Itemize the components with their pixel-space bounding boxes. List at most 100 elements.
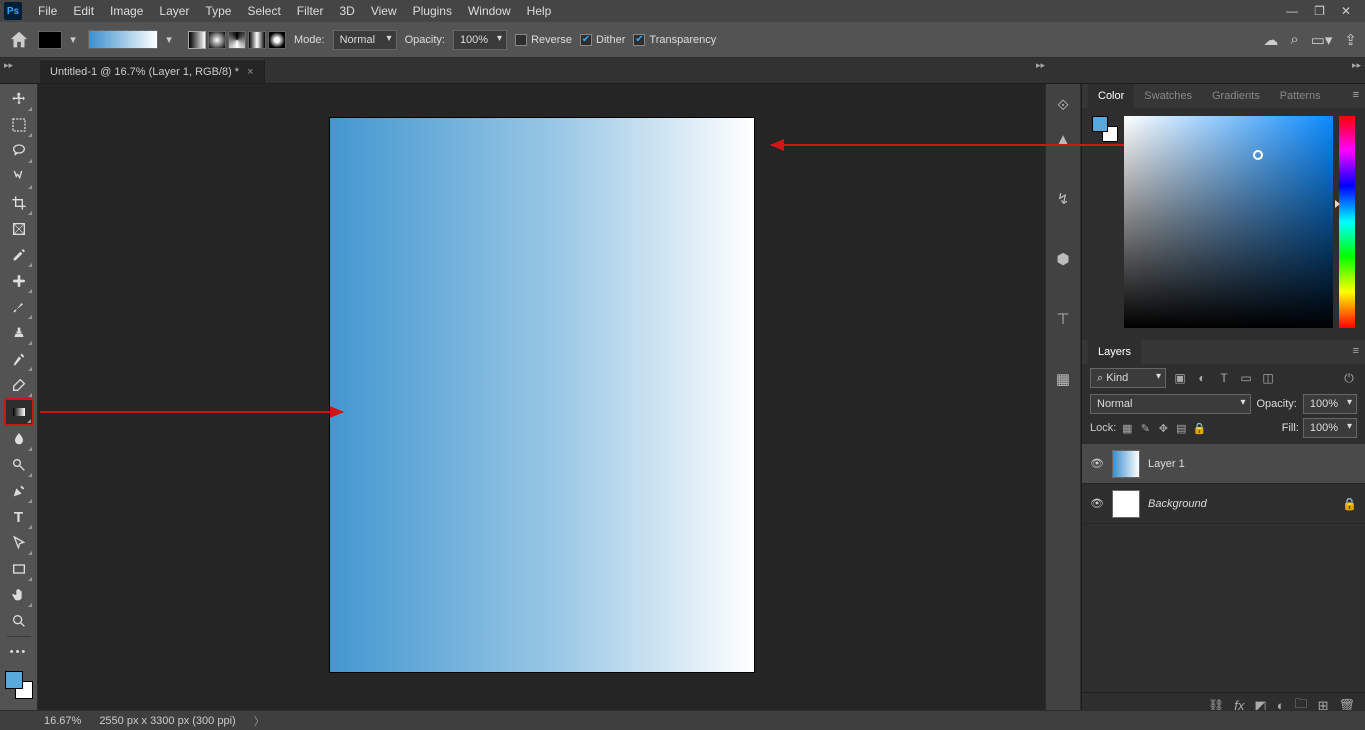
layer-name[interactable]: Background [1148, 498, 1334, 510]
panel-tab-gradients[interactable]: Gradients [1202, 84, 1270, 108]
gradient-preset-picker[interactable]: ▾ [88, 30, 176, 49]
layer-opacity-select[interactable]: 100% [1303, 394, 1357, 414]
gradient-radial-button[interactable] [208, 31, 226, 49]
share-icon[interactable]: ⇪ [1344, 31, 1357, 49]
character-panel-icon[interactable]: ⊤ [1052, 308, 1074, 330]
brush-tool[interactable] [5, 294, 33, 320]
color-saturation-value-field[interactable] [1124, 116, 1333, 328]
menu-file[interactable]: File [30, 4, 65, 18]
panel-tab-patterns[interactable]: Patterns [1270, 84, 1331, 108]
frame-tool[interactable] [5, 216, 33, 242]
layers-panel-menu-icon[interactable]: ≡ [1353, 345, 1359, 357]
artboard[interactable] [330, 118, 754, 672]
dither-checkbox[interactable]: Dither [580, 34, 625, 46]
panel-tab-swatches[interactable]: Swatches [1134, 84, 1202, 108]
panel-tab-color[interactable]: Color [1088, 84, 1134, 108]
gradient-tool[interactable] [4, 398, 34, 426]
menu-help[interactable]: Help [519, 4, 560, 18]
layer-fill-select[interactable]: 100% [1303, 418, 1357, 438]
document-tab[interactable]: Untitled-1 @ 16.7% (Layer 1, RGB/8) * × [40, 59, 265, 83]
gradient-linear-button[interactable] [188, 31, 206, 49]
filter-shape-icon[interactable]: ▭ [1238, 370, 1254, 386]
visibility-toggle-icon[interactable]: 👁 [1090, 457, 1104, 470]
rectangle-tool[interactable] [5, 556, 33, 582]
blur-tool[interactable] [5, 426, 33, 452]
properties-panel-icon[interactable]: ▲ [1052, 128, 1074, 150]
transparency-checkbox[interactable]: Transparency [633, 34, 716, 46]
menu-3d[interactable]: 3D [331, 4, 362, 18]
close-icon[interactable]: ✕ [1341, 4, 1351, 18]
foreground-color-swatch[interactable] [5, 671, 23, 689]
hue-slider[interactable] [1339, 116, 1355, 328]
lock-position-icon[interactable]: ✥ [1156, 421, 1170, 435]
edit-toolbar-button[interactable]: ••• [5, 639, 33, 665]
document-dims[interactable]: 2550 px x 3300 px (300 ppi) [99, 715, 235, 727]
filter-pixel-icon[interactable]: ▣ [1172, 370, 1188, 386]
move-tool[interactable] [5, 86, 33, 112]
brushes-panel-icon[interactable]: ↯ [1052, 188, 1074, 210]
marquee-tool[interactable] [5, 112, 33, 138]
history-panel-icon[interactable]: ⟐ [1052, 94, 1074, 116]
menu-filter[interactable]: Filter [289, 4, 332, 18]
path-selection-tool[interactable] [5, 530, 33, 556]
cloud-account-icon[interactable]: ☁ [1263, 31, 1278, 49]
search-icon[interactable]: ⌕ [1290, 31, 1298, 49]
color-panel-menu-icon[interactable]: ≡ [1353, 89, 1359, 101]
navigator-panel-icon[interactable]: ▦ [1052, 368, 1074, 390]
menu-type[interactable]: Type [197, 4, 239, 18]
blend-mode-select[interactable]: Normal [333, 30, 397, 50]
visibility-toggle-icon[interactable]: 👁 [1090, 497, 1104, 510]
layer-item[interactable]: 👁Background🔒 [1082, 484, 1365, 524]
filter-toggle-icon[interactable]: ⏻ [1341, 370, 1357, 386]
gradient-angle-button[interactable] [228, 31, 246, 49]
status-flyout-icon[interactable]: 〉 [254, 713, 265, 729]
lock-pixels-icon[interactable]: ✎ [1138, 421, 1152, 435]
layer-name[interactable]: Layer 1 [1148, 458, 1357, 470]
menu-edit[interactable]: Edit [65, 4, 102, 18]
menu-layer[interactable]: Layer [151, 4, 197, 18]
menu-image[interactable]: Image [102, 4, 151, 18]
home-icon[interactable] [8, 29, 30, 51]
close-tab-icon[interactable]: × [247, 66, 253, 78]
opacity-select[interactable]: 100% [453, 30, 507, 50]
filter-smart-icon[interactable]: ◫ [1260, 370, 1276, 386]
layer-blend-mode-select[interactable]: Normal [1090, 394, 1251, 414]
layer-kind-filter[interactable]: ⌕ Kind [1090, 368, 1166, 388]
eyedropper-tool[interactable] [5, 242, 33, 268]
quick-selection-tool[interactable] [5, 164, 33, 190]
layer-item[interactable]: 👁 Layer 1 [1082, 444, 1365, 484]
lock-transparency-icon[interactable]: ▦ [1120, 421, 1134, 435]
libraries-panel-icon[interactable]: ⬢ [1052, 248, 1074, 270]
menu-view[interactable]: View [363, 4, 405, 18]
layer-thumbnail[interactable] [1112, 450, 1140, 478]
gradient-diamond-button[interactable] [268, 31, 286, 49]
restore-icon[interactable]: ❐ [1314, 4, 1325, 18]
gradient-reflected-button[interactable] [248, 31, 266, 49]
foreground-background-swatch[interactable] [5, 671, 33, 699]
crop-tool[interactable] [5, 190, 33, 216]
layer-thumbnail[interactable] [1112, 490, 1140, 518]
menu-plugins[interactable]: Plugins [405, 4, 460, 18]
expand-toolbox-icon[interactable]: ▸▸ [4, 60, 13, 71]
reverse-checkbox[interactable]: Reverse [515, 34, 572, 46]
zoom-readout[interactable]: 16.67% [44, 715, 81, 727]
menu-select[interactable]: Select [239, 4, 288, 18]
history-brush-tool[interactable] [5, 346, 33, 372]
minimize-icon[interactable]: — [1286, 4, 1298, 18]
collapse-dock-icon[interactable]: ▸▸ [1036, 60, 1045, 71]
type-tool[interactable]: T [5, 504, 33, 530]
clone-stamp-tool[interactable] [5, 320, 33, 346]
lasso-tool[interactable] [5, 138, 33, 164]
hand-tool[interactable] [5, 582, 33, 608]
layers-tab[interactable]: Layers [1088, 340, 1141, 364]
color-panel-fgbg-swatch[interactable] [1092, 116, 1118, 142]
foreground-swatch-picker[interactable]: ▾ [38, 31, 80, 49]
dodge-tool[interactable] [5, 452, 33, 478]
menu-window[interactable]: Window [460, 4, 519, 18]
healing-brush-tool[interactable] [5, 268, 33, 294]
pen-tool[interactable] [5, 478, 33, 504]
eraser-tool[interactable] [5, 372, 33, 398]
workspace-icon[interactable]: ▭▾ [1311, 31, 1333, 49]
collapse-panels-icon[interactable]: ▸▸ [1352, 60, 1361, 71]
lock-artboard-icon[interactable]: ▤ [1174, 421, 1188, 435]
